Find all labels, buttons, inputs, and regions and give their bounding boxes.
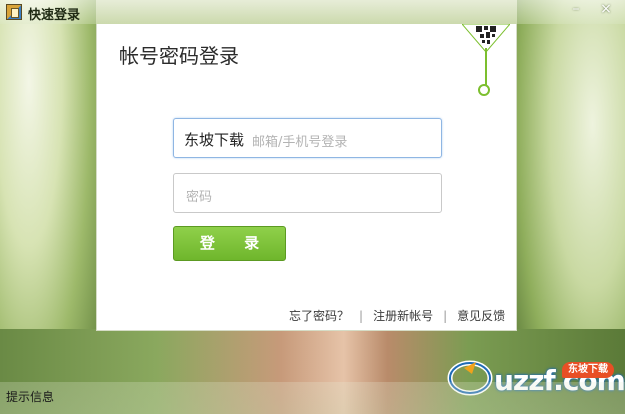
feedback-link[interactable]: 意见反馈 xyxy=(457,309,505,323)
logo-badge: 东坡下载 xyxy=(562,362,614,378)
login-button[interactable]: 登 录 xyxy=(173,226,286,261)
username-input[interactable]: 东坡下载 邮箱/手机号登录 xyxy=(173,118,442,158)
register-link[interactable]: 注册新帐号 xyxy=(373,309,433,323)
window-title: 快速登录 xyxy=(28,8,81,23)
link-separator: | xyxy=(359,309,364,323)
link-separator: | xyxy=(443,309,448,323)
qr-connector-dot xyxy=(478,84,490,96)
qr-connector-line xyxy=(485,48,487,88)
status-bar: 提示信息 xyxy=(0,382,625,414)
footer-links: 忘了密码？ | 注册新帐号 | 意见反馈 xyxy=(289,307,505,324)
status-text: 提示信息 xyxy=(6,390,55,404)
password-placeholder: 密码 xyxy=(186,190,213,205)
close-button[interactable]: × xyxy=(592,0,620,20)
password-input[interactable]: 密码 xyxy=(173,173,442,213)
login-heading: 帐号密码登录 xyxy=(119,44,239,68)
title-bar[interactable]: 快速登录 – × xyxy=(0,0,625,24)
login-window: 快速登录 – × 帐号密码登录 东坡下载 邮箱/手机号登录 密码 登 录 忘了密 xyxy=(0,0,625,414)
username-hint: 邮箱/手机号登录 xyxy=(252,135,348,150)
username-value: 东坡下载 xyxy=(184,131,245,149)
forgot-password-link[interactable]: 忘了密码？ xyxy=(289,309,349,323)
minimize-button[interactable]: – xyxy=(562,0,590,20)
app-icon xyxy=(6,4,22,20)
login-panel: 帐号密码登录 东坡下载 邮箱/手机号登录 密码 登 录 忘了密码？ | 注册新帐号 |… xyxy=(96,24,517,331)
